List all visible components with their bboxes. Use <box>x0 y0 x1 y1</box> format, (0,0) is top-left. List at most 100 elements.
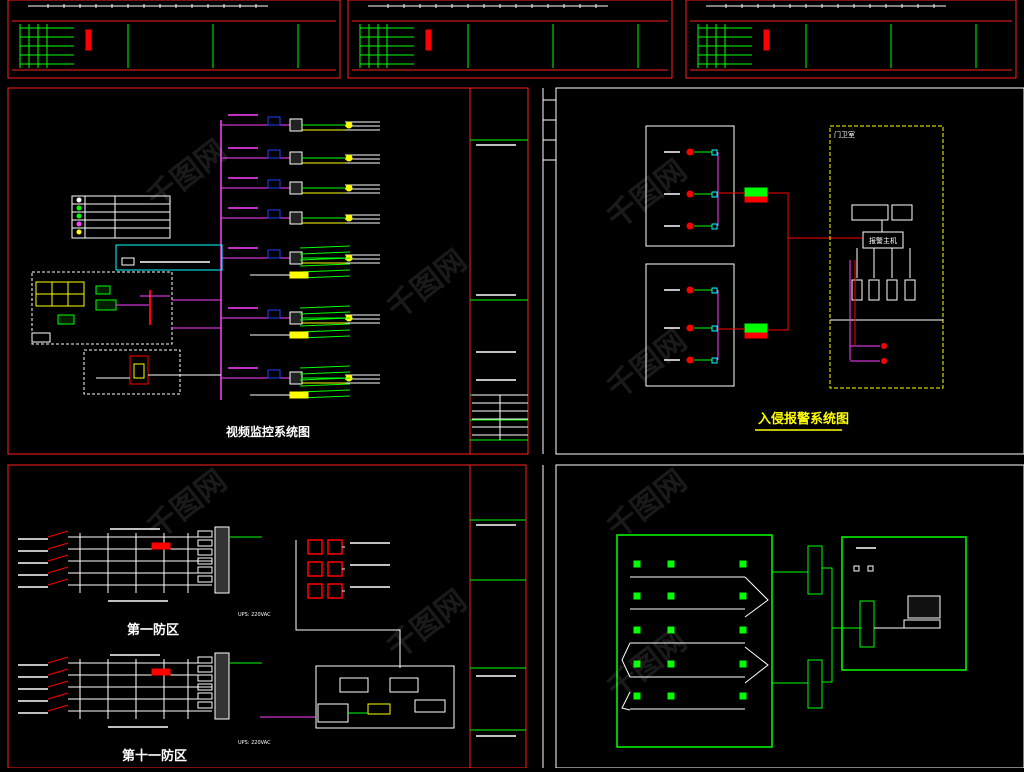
fence-callout <box>47 542 69 550</box>
fan-line <box>299 305 351 309</box>
camera-box <box>267 149 281 159</box>
patrol-sensor <box>667 560 675 568</box>
fence-callout <box>47 704 69 712</box>
control-module <box>859 600 875 648</box>
camera-node <box>345 214 353 222</box>
insulator <box>197 530 213 538</box>
legend-swatch <box>76 229 82 235</box>
sensor-icon <box>686 222 694 230</box>
fence-host-module <box>339 677 369 693</box>
legend-swatch <box>76 205 82 211</box>
patrol-sensor <box>633 692 641 700</box>
fence-host-alarm <box>367 703 391 715</box>
alarm-feedline <box>767 192 789 331</box>
patrol-sensor <box>739 660 747 668</box>
fan-line <box>299 311 351 315</box>
collector-b <box>807 659 823 709</box>
zone-module-r <box>744 332 768 339</box>
patrol-sensor <box>739 692 747 700</box>
cad-drawing-sheet <box>0 0 1024 769</box>
collector-a <box>807 545 823 595</box>
route-turn <box>621 642 631 678</box>
ups-inner <box>133 363 145 379</box>
control-room-icon <box>867 565 874 572</box>
switch-box <box>95 299 117 311</box>
video-panel-titleblock <box>469 87 529 455</box>
fan-line <box>299 383 351 387</box>
collector-trunk <box>822 628 833 683</box>
patrol-sensor <box>667 660 675 668</box>
nvr-box <box>95 285 111 295</box>
camera-box <box>267 249 281 259</box>
ups-cabinet <box>129 355 149 385</box>
ups-room <box>83 349 181 395</box>
camera-node <box>345 154 353 162</box>
route-turn <box>744 576 769 618</box>
fence-callout <box>47 566 69 574</box>
sensor-icon <box>686 286 694 294</box>
fence-callout <box>47 680 69 688</box>
alarm-system-title: 入侵报警系统图 <box>758 412 850 427</box>
legend-swatch <box>76 197 82 203</box>
fan-line <box>299 251 351 255</box>
fence-callout <box>47 692 69 700</box>
camera-icon <box>289 211 303 225</box>
fence-device-a <box>307 561 323 577</box>
keypad <box>851 279 863 301</box>
drawing-svg <box>7 0 1024 769</box>
fence-controller <box>214 652 230 720</box>
patrol-sensor <box>667 692 675 700</box>
computer-box <box>851 204 889 221</box>
insulator <box>197 575 213 583</box>
fence-device-a <box>307 539 323 555</box>
control-room <box>841 536 967 671</box>
insulator <box>197 548 213 556</box>
keypad <box>886 279 898 301</box>
strip-red-mark <box>425 29 432 51</box>
keypad <box>904 279 916 301</box>
route-turn <box>621 691 631 711</box>
fan-line <box>299 245 351 249</box>
camera-icon <box>289 181 303 195</box>
insulator <box>197 674 213 682</box>
insulator <box>197 656 213 664</box>
video-panel-frame <box>7 87 471 455</box>
patrol-sensor <box>633 560 641 568</box>
sensor-icon <box>686 148 694 156</box>
recorder <box>289 331 309 339</box>
sensor-terminal <box>711 357 718 364</box>
fan-line <box>299 323 351 327</box>
fence-host-module <box>414 699 446 713</box>
patrol-sensor <box>633 660 641 668</box>
camera-box <box>267 209 281 219</box>
sensor-icon <box>686 356 694 364</box>
fence-red-mark <box>151 542 171 550</box>
guard-room-label: 门卫室 <box>834 131 855 139</box>
legend-swatch <box>76 213 82 219</box>
fan-line <box>299 365 351 369</box>
top-strip-frame-2 <box>685 0 1017 79</box>
camera-icon <box>289 118 303 132</box>
legend-table <box>71 195 171 239</box>
fan-line <box>299 371 351 375</box>
camera-box <box>267 116 281 126</box>
alarm-panel-frame <box>555 87 1024 455</box>
printer-box <box>891 204 913 221</box>
top-strip-frame-0 <box>7 0 341 79</box>
fence-zone-11-title: 第十一防区 <box>122 749 188 764</box>
keypad <box>868 279 880 301</box>
sensor-icon <box>686 190 694 198</box>
patrol-sensor <box>633 626 641 634</box>
camera-node <box>345 121 353 129</box>
ups-voltage-2: UPS: 220VAC <box>238 740 271 746</box>
fence-red-mark <box>151 668 171 676</box>
patrol-panel-frame <box>555 464 1024 769</box>
legend-swatch <box>76 221 82 227</box>
insulator <box>197 665 213 673</box>
sensor-terminal <box>711 191 718 198</box>
fence-callout <box>47 578 69 586</box>
siren-icon <box>881 343 887 349</box>
fence-host-cabinet <box>315 665 455 729</box>
fence-device-b <box>327 561 343 577</box>
keyboard-box <box>31 332 51 343</box>
